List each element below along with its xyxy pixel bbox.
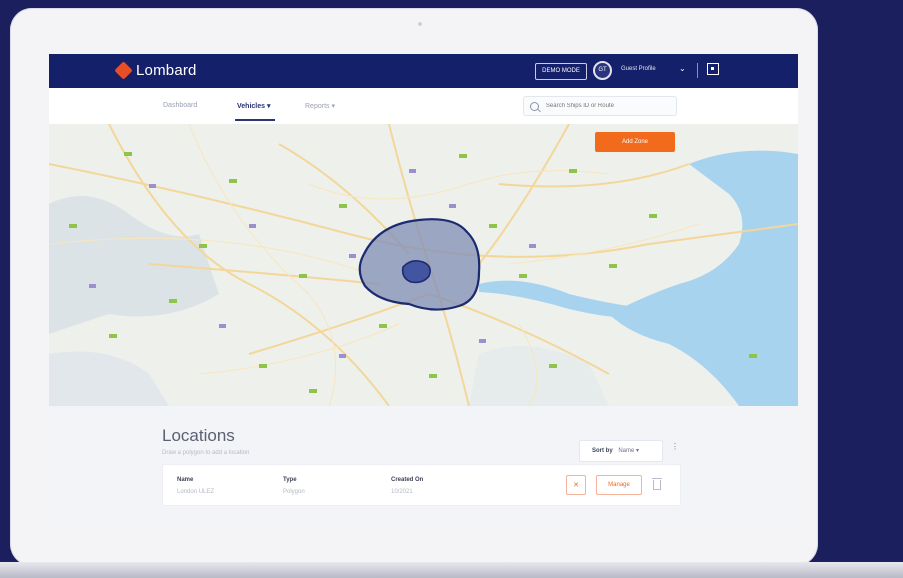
column-header-name: Name bbox=[177, 477, 194, 483]
nav-bar: Dashboard Vehicles ▾ Reports ▾ bbox=[49, 88, 798, 124]
add-zone-button[interactable]: Add Zone bbox=[595, 132, 675, 152]
tab-vehicles[interactable]: Vehicles ▾ bbox=[237, 102, 270, 110]
section-subtitle: Draw a polygon to add a location bbox=[162, 450, 250, 456]
brand-logo[interactable]: Lombard bbox=[114, 61, 197, 80]
lombard-logo-icon bbox=[114, 61, 133, 80]
section-title: Locations bbox=[162, 426, 235, 445]
location-type: Polygon bbox=[283, 489, 305, 495]
apps-grid-icon[interactable] bbox=[707, 63, 719, 75]
laptop-frame: Lombard DEMO MODE GT Guest Profile ⌄ Das… bbox=[10, 8, 818, 566]
column-header-created: Created On bbox=[391, 477, 424, 483]
laptop-base bbox=[0, 562, 903, 578]
sort-value: Name ▾ bbox=[618, 448, 640, 454]
divider bbox=[697, 63, 698, 78]
chevron-down-icon[interactable]: ⌄ bbox=[679, 64, 686, 73]
zone-inner-polygon bbox=[401, 260, 431, 284]
demo-mode-button[interactable]: DEMO MODE bbox=[535, 63, 587, 80]
location-name: London ULEZ bbox=[177, 489, 215, 495]
tab-reports[interactable]: Reports ▾ bbox=[305, 102, 335, 110]
column-header-type: Type bbox=[283, 477, 297, 483]
brand-name: Lombard bbox=[136, 62, 197, 79]
search-icon bbox=[530, 101, 539, 111]
list-item[interactable]: Name Type Created On London ULEZ Polygon… bbox=[162, 464, 681, 506]
locations-section: Locations Draw a polygon to add a locati… bbox=[49, 406, 798, 522]
close-icon[interactable]: ✕ bbox=[566, 475, 586, 495]
more-options-icon[interactable]: ⋮ bbox=[671, 442, 679, 451]
map-canvas[interactable] bbox=[49, 124, 798, 406]
trash-icon[interactable] bbox=[652, 478, 662, 490]
manage-button[interactable]: Manage bbox=[596, 475, 642, 495]
sort-dropdown[interactable]: Sort by Name ▾ bbox=[579, 440, 663, 462]
top-bar: Lombard DEMO MODE GT Guest Profile ⌄ bbox=[49, 54, 798, 88]
active-tab-indicator bbox=[235, 119, 275, 121]
map-view[interactable]: Add Zone bbox=[49, 124, 798, 406]
camera-dot bbox=[418, 22, 422, 26]
tab-dashboard[interactable]: Dashboard bbox=[163, 102, 197, 109]
avatar[interactable]: GT bbox=[593, 61, 612, 80]
sort-label: Sort by bbox=[592, 448, 613, 454]
app-screen: Lombard DEMO MODE GT Guest Profile ⌄ Das… bbox=[49, 54, 798, 522]
user-name[interactable]: Guest Profile bbox=[621, 66, 656, 72]
search-input[interactable] bbox=[543, 102, 676, 110]
search-box[interactable] bbox=[523, 96, 677, 116]
location-created: 10/2021 bbox=[391, 489, 413, 495]
